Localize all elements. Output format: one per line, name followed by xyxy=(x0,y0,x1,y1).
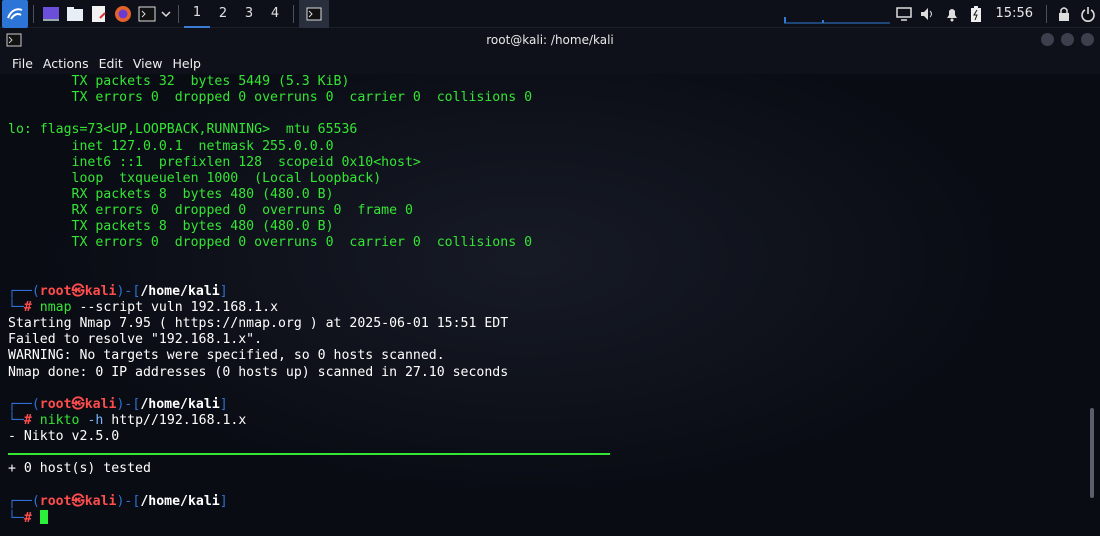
text-editor-icon[interactable] xyxy=(87,0,111,28)
top-panel: 1 2 3 4 15:56 xyxy=(0,0,1100,28)
scrollbar[interactable] xyxy=(1090,408,1094,498)
output-line: TX errors 0 dropped 0 overruns 0 carrier… xyxy=(8,235,533,251)
workspace-3[interactable]: 3 xyxy=(236,0,262,28)
monitor-icon[interactable] xyxy=(892,0,916,28)
notification-bell-icon[interactable] xyxy=(940,0,964,28)
workspace-4[interactable]: 4 xyxy=(262,0,288,28)
desktop-icon[interactable] xyxy=(39,0,63,28)
output-line: + 0 host(s) tested xyxy=(8,461,151,477)
close-button[interactable] xyxy=(1081,33,1094,46)
terminal-window: root@kali: /home/kali File Actions Edit … xyxy=(0,28,1100,536)
prompt-path: /home/kali xyxy=(140,396,220,412)
output-line: - Nikto v2.5.0 xyxy=(8,429,120,445)
prompt-line: ┌──(root㉿kali)-[/home/kali] xyxy=(8,396,228,412)
menu-view[interactable]: View xyxy=(133,56,163,71)
command-line: └─# nikto -h http//192.168.1.x xyxy=(8,412,247,428)
prompt-line: ┌──(root㉿kali)-[/home/kali] xyxy=(8,493,228,509)
command-name: nmap xyxy=(39,299,72,315)
output-line: WARNING: No targets were specified, so 0… xyxy=(8,348,445,364)
file-manager-icon[interactable] xyxy=(63,0,87,28)
workspace-1[interactable]: 1 xyxy=(184,0,210,28)
output-line: Nmap done: 0 IP addresses (0 hosts up) s… xyxy=(8,364,509,380)
cpu-graph xyxy=(782,0,892,28)
text-cursor xyxy=(39,509,48,524)
output-line: TX errors 0 dropped 0 overruns 0 carrier… xyxy=(8,90,533,106)
command-name: nikto xyxy=(39,412,80,428)
menu-file[interactable]: File xyxy=(12,56,33,71)
output-line: RX packets 8 bytes 480 (480.0 B) xyxy=(8,186,334,202)
menu-actions[interactable]: Actions xyxy=(43,56,89,71)
output-line: lo: flags=73<UP,LOOPBACK,RUNNING> mtu 65… xyxy=(8,122,358,138)
command-flag: -h xyxy=(87,412,104,428)
output-line: RX errors 0 dropped 0 overruns 0 frame 0 xyxy=(8,203,413,219)
workspace-2[interactable]: 2 xyxy=(210,0,236,28)
power-icon[interactable] xyxy=(1076,0,1100,28)
firefox-icon[interactable] xyxy=(111,0,135,28)
command-args: http//192.168.1.x xyxy=(111,412,247,428)
separator-rule xyxy=(8,445,1100,461)
chevron-down-icon[interactable] xyxy=(159,0,173,28)
window-titlebar[interactable]: root@kali: /home/kali xyxy=(0,28,1100,52)
output-line: loop txqueuelen 1000 (Local Loopback) xyxy=(8,170,382,186)
minimize-button[interactable] xyxy=(1041,33,1054,46)
terminal-icon[interactable] xyxy=(135,0,159,28)
menu-help[interactable]: Help xyxy=(172,56,201,71)
prompt-user: root㉿kali xyxy=(39,493,117,509)
prompt-user: root㉿kali xyxy=(39,283,117,299)
output-line: inet6 ::1 prefixlen 128 scopeid 0x10<hos… xyxy=(8,154,421,170)
prompt-path: /home/kali xyxy=(140,283,220,299)
menu-edit[interactable]: Edit xyxy=(99,56,123,71)
window-terminal-icon xyxy=(6,32,22,48)
volume-icon[interactable] xyxy=(916,0,940,28)
output-line: Failed to resolve "192.168.1.x". xyxy=(8,332,263,348)
lock-icon[interactable] xyxy=(1052,0,1076,28)
output-line: TX packets 32 bytes 5449 (5.3 KiB) xyxy=(8,74,350,89)
maximize-button[interactable] xyxy=(1061,33,1074,46)
taskbar-terminal[interactable] xyxy=(299,0,329,28)
output-line: TX packets 8 bytes 480 (480.0 B) xyxy=(8,219,334,235)
terminal-output[interactable]: TX packets 32 bytes 5449 (5.3 KiB) TX er… xyxy=(0,74,1100,536)
clock[interactable]: 15:56 xyxy=(996,0,1033,28)
menubar: File Actions Edit View Help xyxy=(0,52,1100,74)
kali-menu-icon[interactable] xyxy=(2,0,28,28)
output-line: inet 127.0.0.1 netmask 255.0.0.0 xyxy=(8,138,334,154)
command-line[interactable]: └─# xyxy=(8,509,1100,526)
prompt-line: ┌──(root㉿kali)-[/home/kali] xyxy=(8,283,228,299)
window-title: root@kali: /home/kali xyxy=(486,33,614,47)
prompt-user: root㉿kali xyxy=(39,396,117,412)
command-args: --script vuln 192.168.1.x xyxy=(79,299,279,315)
battery-icon[interactable] xyxy=(964,0,988,28)
prompt-path: /home/kali xyxy=(140,493,220,509)
command-line: └─# nmap --script vuln 192.168.1.x xyxy=(8,299,279,315)
output-line: Starting Nmap 7.95 ( https://nmap.org ) … xyxy=(8,316,509,332)
